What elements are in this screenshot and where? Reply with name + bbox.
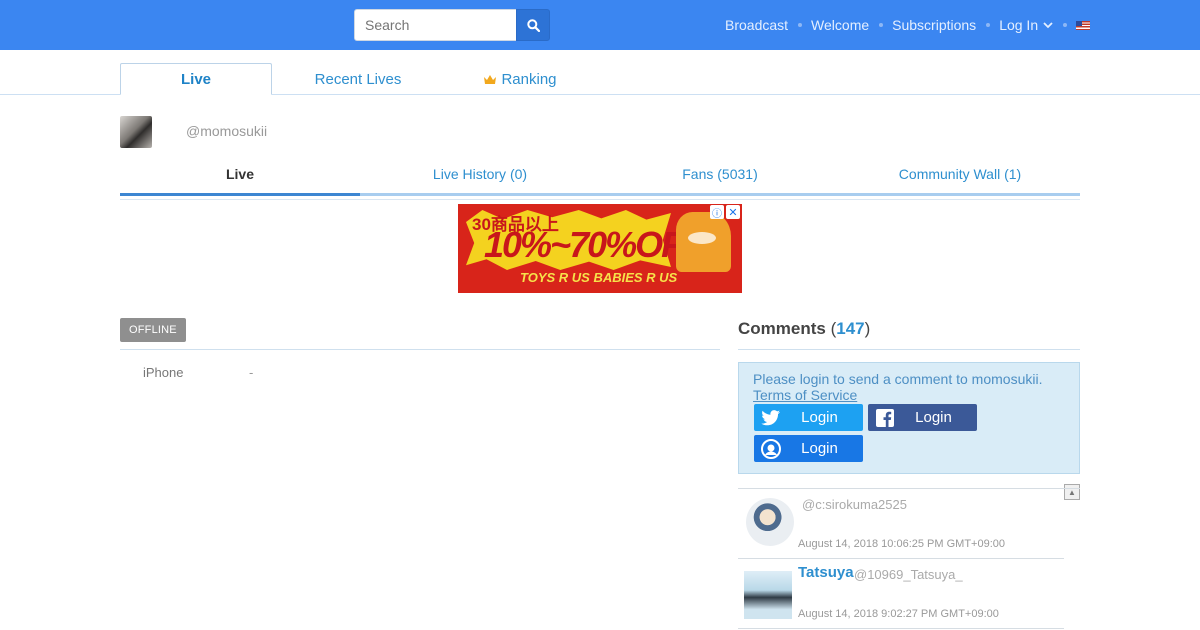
comment-author-handle[interactable]: @c:sirokuma2525 [802,497,907,512]
facebook-login-label: Login [915,409,952,426]
nav-separator [879,23,884,27]
subtab-indicator [840,193,1080,196]
paren-close: ) [864,319,871,338]
crown-icon [484,74,497,84]
device-label: iPhone [143,365,184,380]
nav-welcome[interactable]: Welcome [811,17,869,33]
comment-timestamp: August 14, 2018 9:02:27 PM GMT+09:00 [798,608,999,620]
tab-live[interactable]: Live [120,63,272,95]
comment-avatar[interactable] [746,498,794,546]
device-value: - [249,365,254,380]
ad-info-icon[interactable]: ⓘ [710,205,724,220]
facebook-icon [868,404,902,431]
search-input[interactable] [354,9,517,41]
subtab-live-label: Live [225,166,254,182]
login-box: Please login to send a comment to momosu… [738,362,1080,474]
main-tabs: Live Recent Lives Ranking [0,50,1200,95]
search-icon [526,18,540,32]
terms-link[interactable]: Terms of Service [753,387,857,403]
login-prompt: Please login to send a comment to momosu… [753,371,1053,403]
subtab-fans[interactable]: Fans (5031) [600,160,840,196]
facebook-login-button[interactable]: Login [868,404,977,431]
profile-username: @momosukii [186,123,268,139]
tab-ranking[interactable]: Ranking [444,63,596,95]
app-login-button[interactable]: Login [754,435,863,462]
nav-subscriptions[interactable]: Subscriptions [892,17,976,33]
chevron-down-icon [1043,21,1053,28]
subtab-live[interactable]: Live [120,160,360,196]
comment-author-name[interactable]: Tatsuya [798,564,854,581]
divider [120,349,720,350]
comments-count: 147 [836,319,865,338]
subtab-fans-label: Fans (5031) [682,166,758,182]
top-navbar: Broadcast Welcome Subscriptions Log In [0,0,1200,50]
subtab-live-history[interactable]: Live History (0) [360,160,600,196]
us-flag-icon[interactable] [1076,20,1091,30]
nav-separator [986,23,991,27]
subtab-community-wall-label: Community Wall (1) [898,166,1022,182]
ad-close-icon[interactable]: ✕ [726,205,740,219]
nav-login[interactable]: Log In [999,17,1053,33]
ad-headline-big: 10%~70%OFF [484,224,703,265]
nav-broadcast[interactable]: Broadcast [725,17,788,33]
comment-list[interactable]: @c:sirokuma2525 August 14, 2018 10:06:25… [738,488,1080,630]
nav-separator [1063,23,1068,27]
tab-ranking-label: Ranking [501,70,557,88]
app-logo-icon [754,435,788,462]
ad-brand-logos: TOYS R US BABIES R US [520,270,678,285]
login-prompt-text: Please login to send a comment to momosu… [753,371,1043,387]
tab-recent-lives[interactable]: Recent Lives [282,63,434,95]
comment-item: @c:sirokuma2525 August 14, 2018 10:06:25… [738,489,1064,559]
twitter-icon [754,404,788,431]
twitter-login-button[interactable]: Login [754,404,863,431]
subtab-indicator [120,193,360,196]
header-nav: Broadcast Welcome Subscriptions Log In [725,0,1091,50]
comment-author-handle[interactable]: @10969_Tatsuya_ [854,567,963,582]
subtab-community-wall[interactable]: Community Wall (1) [840,160,1080,196]
divider [120,199,1080,200]
subtab-indicator [600,193,840,196]
search-button[interactable] [516,9,550,41]
avatar[interactable] [120,116,152,148]
nav-separator [798,23,803,27]
comment-avatar[interactable] [744,571,792,619]
subtab-indicator [360,193,600,196]
giraffe-mascot-image [676,212,731,272]
status-badge: OFFLINE [120,318,186,342]
twitter-login-label: Login [801,409,838,426]
comments-title: Comments (147) [738,319,870,339]
nav-login-label: Log In [999,17,1039,33]
subtab-live-history-label: Live History (0) [432,166,528,182]
comment-timestamp: August 14, 2018 10:06:25 PM GMT+09:00 [798,538,1005,550]
profile-tabs: Live Live History (0) Fans (5031) Commun… [120,160,1080,196]
comments-title-label: Comments [738,319,826,338]
app-login-label: Login [801,440,838,457]
ad-banner[interactable]: 30商品以上 10%~70%OFF TOYS R US BABIES R US … [458,204,742,293]
divider [738,349,1080,350]
comment-item: Tatsuya @10969_Tatsuya_ August 14, 2018 … [738,559,1064,629]
